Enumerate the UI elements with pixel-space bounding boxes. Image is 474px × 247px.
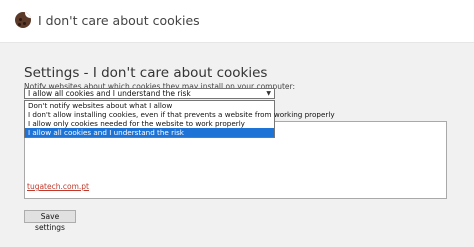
select-value: I allow all cookies and I understand the… bbox=[28, 89, 191, 98]
page-title: Settings - I don't care about cookies bbox=[24, 65, 268, 81]
cookie-policy-select[interactable]: I allow all cookies and I understand the… bbox=[24, 88, 275, 99]
title-bar: I don't care about cookies bbox=[0, 0, 474, 43]
select-dropdown-list: Don't notify websites about what I allow… bbox=[24, 100, 335, 138]
chevron-down-icon[interactable]: ▼ bbox=[266, 89, 271, 99]
settings-panel: Settings - I don't care about cookies No… bbox=[0, 43, 474, 247]
select-option-selected[interactable]: I allow all cookies and I understand the… bbox=[25, 128, 274, 137]
save-button[interactable]: Save settings bbox=[24, 210, 76, 232]
select-option[interactable]: I allow only cookies needed for the webs… bbox=[25, 119, 274, 128]
select-option[interactable]: Don't notify websites about what I allow bbox=[25, 101, 274, 110]
site-link[interactable]: tugatech.com.pt bbox=[27, 182, 89, 191]
select-option[interactable]: I don't allow installing cookies, even i… bbox=[25, 110, 335, 119]
window-title: I don't care about cookies bbox=[38, 13, 200, 28]
cookie-icon bbox=[15, 12, 31, 28]
